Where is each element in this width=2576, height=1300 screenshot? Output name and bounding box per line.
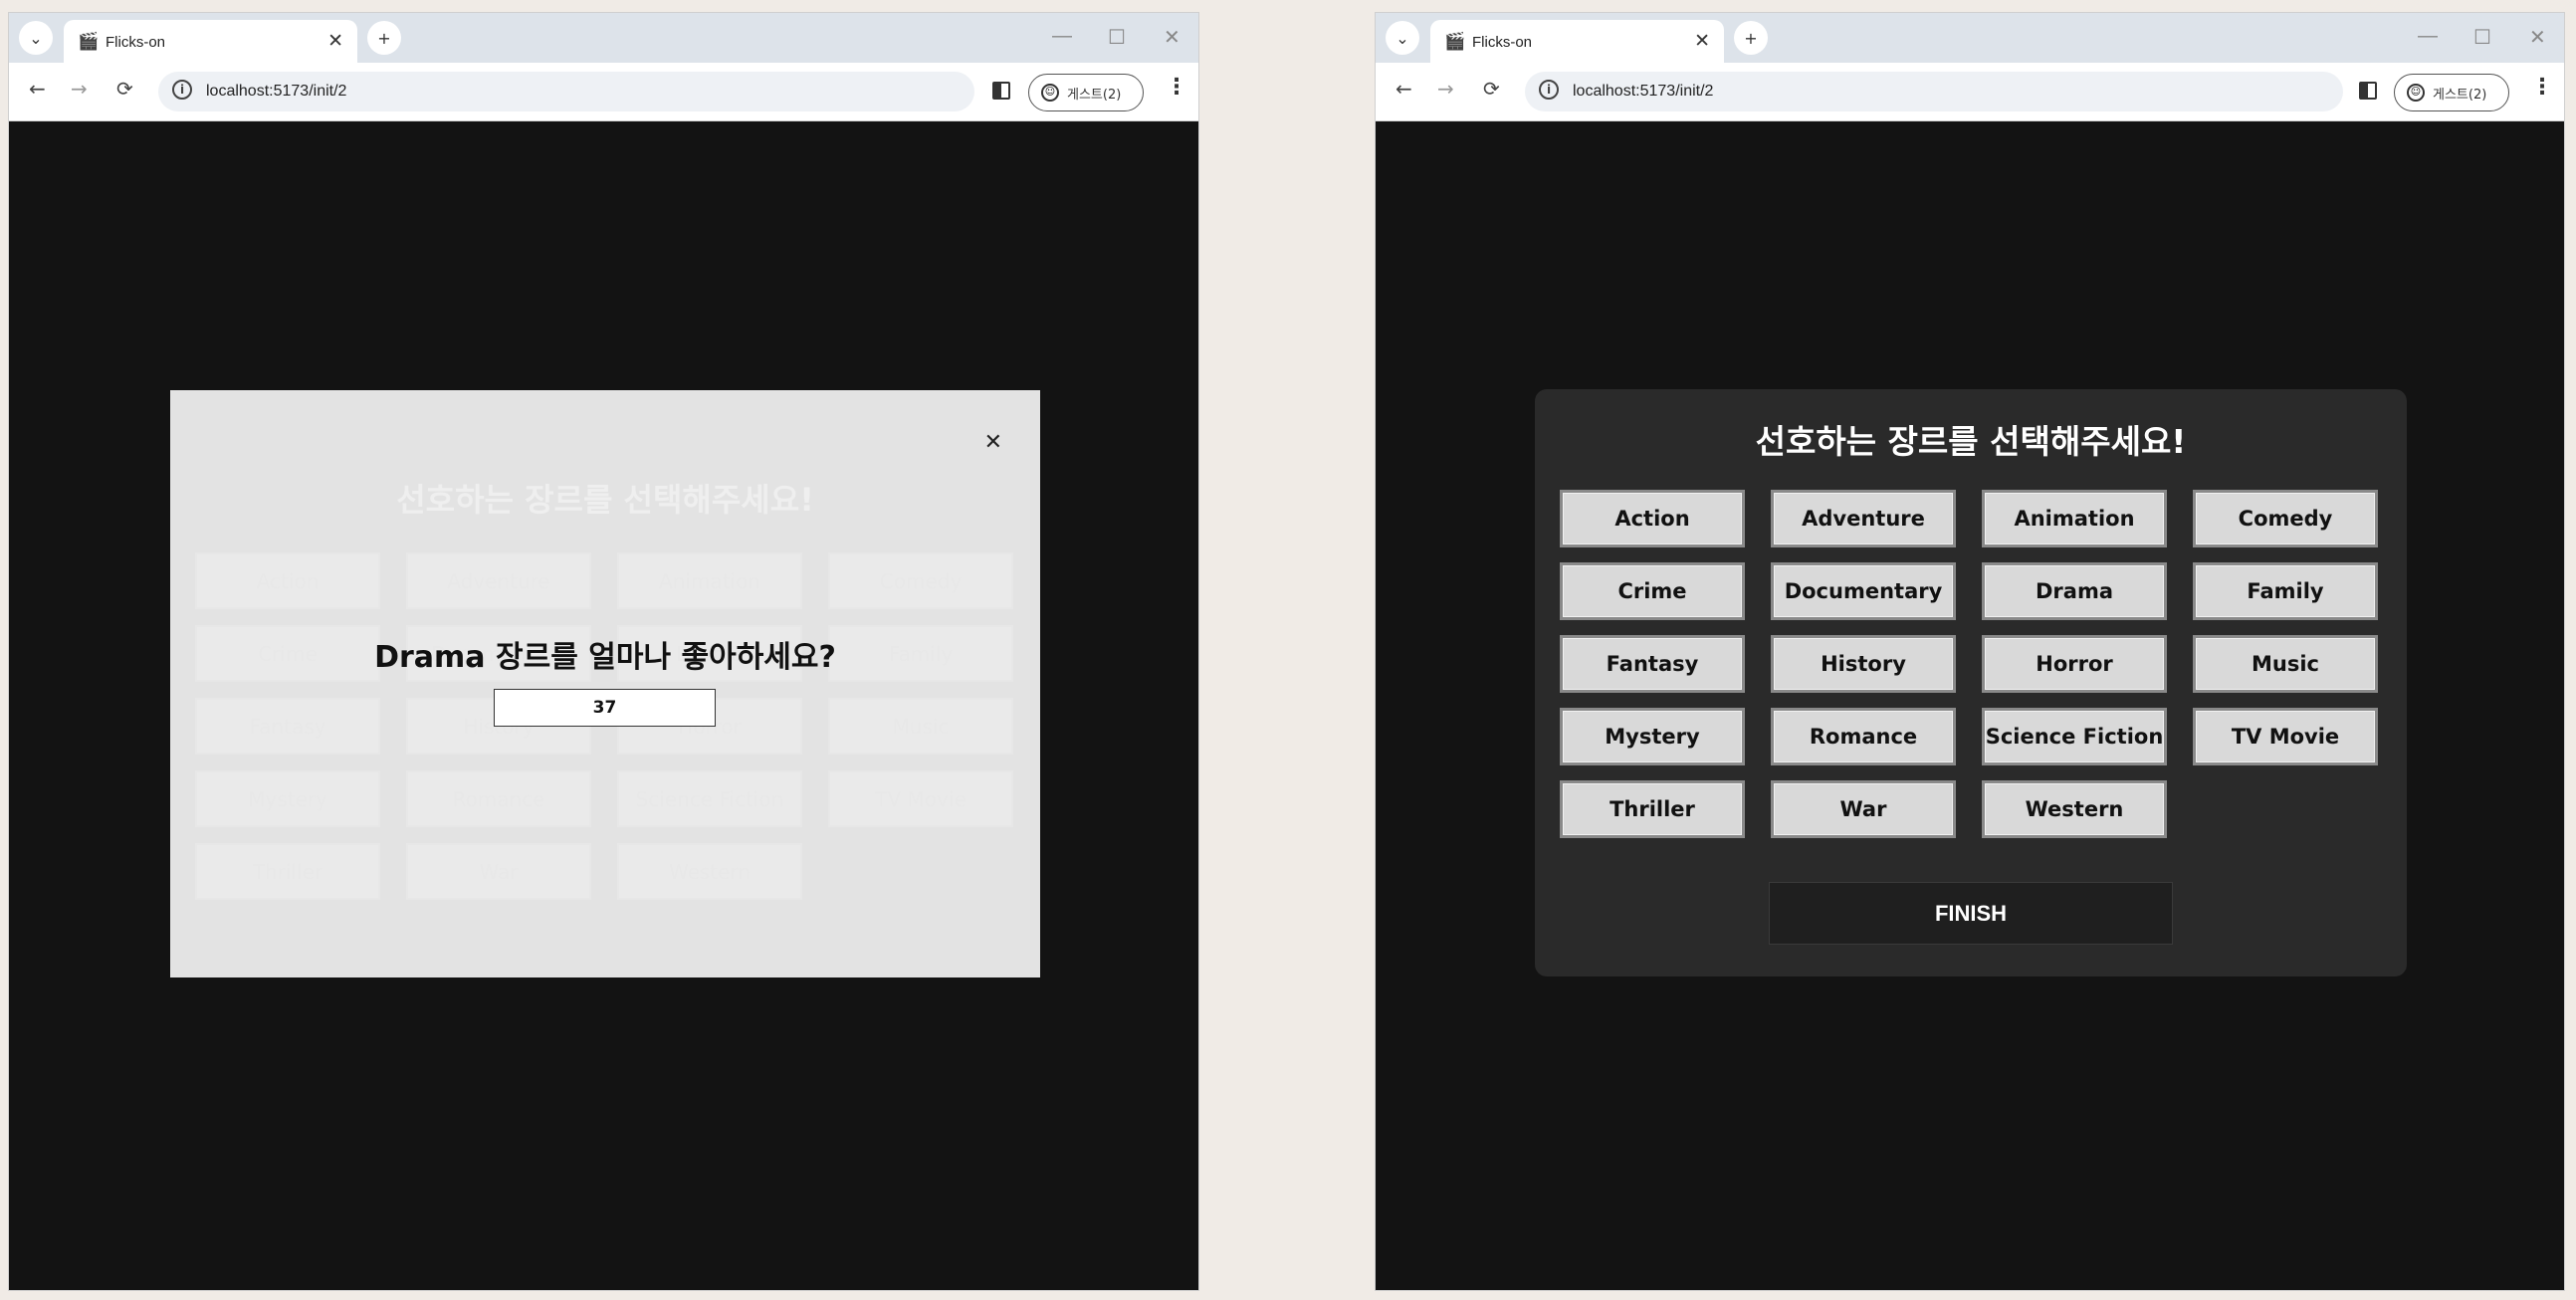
- genre-button-horror[interactable]: Horror: [1982, 635, 2167, 693]
- faded-genre-button-tv-movie: TV Movie: [828, 770, 1013, 827]
- chevron-down-icon: ⌄: [29, 28, 43, 48]
- faded-genre-button-action: Action: [195, 552, 380, 609]
- genre-button-crime[interactable]: Crime: [1560, 562, 1745, 620]
- info-icon[interactable]: i: [1539, 80, 1559, 100]
- page-title: 선호하는 장르를 선택해주세요!: [1755, 422, 2187, 461]
- tab-close-icon[interactable]: ✕: [327, 30, 343, 52]
- score-input[interactable]: 37: [494, 689, 716, 727]
- address-bar: ← → ⟳ i localhost:5173/init/2 ☺ 게스트(2) ⋮: [9, 63, 1198, 121]
- back-button[interactable]: ←: [29, 77, 46, 101]
- faded-genre-button-western: Western: [617, 843, 802, 900]
- forward-button[interactable]: →: [1437, 77, 1454, 101]
- genre-button-history[interactable]: History: [1771, 635, 1956, 693]
- faded-genre-button-fantasy: Fantasy: [195, 698, 380, 755]
- profile-button[interactable]: ☺ 게스트(2): [2394, 74, 2509, 111]
- forward-button[interactable]: →: [71, 77, 88, 101]
- maximize-button[interactable]: ☐: [2473, 25, 2491, 50]
- profile-label: 게스트(2): [2433, 87, 2487, 103]
- page-viewport: 선호하는 장르를 선택해주세요! Action Adventure Animatio…: [1376, 121, 2564, 1290]
- browser-window-right: ⌄ 🎬 Flicks-on ✕ + — ☐ ✕ ← → ⟳ i localhos…: [1375, 12, 2565, 1291]
- browser-window-left: ⌄ 🎬 Flicks-on ✕ + — ☐ ✕ ← → ⟳ i localhos…: [8, 12, 1199, 1291]
- chevron-down-icon: ⌄: [1395, 28, 1409, 48]
- faded-genre-button-war: War: [406, 843, 591, 900]
- genre-button-fantasy[interactable]: Fantasy: [1560, 635, 1745, 693]
- menu-icon[interactable]: ⋮: [1166, 75, 1187, 100]
- reload-button[interactable]: ⟳: [116, 77, 133, 101]
- tab-bar: ⌄ 🎬 Flicks-on ✕ + — ☐ ✕: [9, 13, 1198, 63]
- genre-button-western[interactable]: Western: [1982, 780, 2167, 838]
- back-button[interactable]: ←: [1395, 77, 1412, 101]
- profile-label: 게스트(2): [1067, 87, 1122, 103]
- genre-button-music[interactable]: Music: [2193, 635, 2378, 693]
- genre-button-family[interactable]: Family: [2193, 562, 2378, 620]
- tab-title: Flicks-on: [106, 34, 166, 51]
- tab-bar: ⌄ 🎬 Flicks-on ✕ + — ☐ ✕: [1376, 13, 2564, 63]
- page-viewport: ✕ 선호하는 장르를 선택해주세요! Action Adventure Animat…: [9, 121, 1198, 1290]
- plus-icon: +: [377, 28, 391, 48]
- window-close-button[interactable]: ✕: [1164, 25, 1181, 50]
- tab-title: Flicks-on: [1472, 34, 1533, 51]
- genre-grid: Action Adventure Animation Comedy Crime Docum…: [1560, 490, 2378, 838]
- genre-button-thriller[interactable]: Thriller: [1560, 780, 1745, 838]
- reload-button[interactable]: ⟳: [1483, 77, 1500, 101]
- faded-genre-button-animation: Animation: [617, 552, 802, 609]
- genre-button-war[interactable]: War: [1771, 780, 1956, 838]
- rating-question: Drama 장르를 얼마나 좋아하세요?: [374, 640, 836, 675]
- favicon-icon: 🎬: [1444, 32, 1466, 52]
- tab-list-button[interactable]: ⌄: [1386, 21, 1419, 55]
- genre-button-science-fiction[interactable]: Science Fiction: [1982, 708, 2167, 765]
- genre-button-animation[interactable]: Animation: [1982, 490, 2167, 547]
- url-field[interactable]: i localhost:5173/init/2: [158, 72, 974, 111]
- genre-button-tv-movie[interactable]: TV Movie: [2193, 708, 2378, 765]
- avatar-icon: ☺: [1041, 84, 1059, 102]
- browser-tab[interactable]: 🎬 Flicks-on ✕: [64, 20, 357, 63]
- avatar-icon: ☺: [2407, 84, 2425, 102]
- address-bar: ← → ⟳ i localhost:5173/init/2 ☺ 게스트(2) ⋮: [1376, 63, 2564, 121]
- url-text: localhost:5173/init/2: [206, 83, 347, 100]
- side-panel-icon[interactable]: [992, 82, 1010, 100]
- genre-button-action[interactable]: Action: [1560, 490, 1745, 547]
- browser-tab[interactable]: 🎬 Flicks-on ✕: [1430, 20, 1724, 63]
- side-panel-icon[interactable]: [2359, 82, 2377, 100]
- faded-genre-button-adventure: Adventure: [406, 552, 591, 609]
- faded-genre-button-thriller: Thriller: [195, 843, 380, 900]
- info-icon[interactable]: i: [172, 80, 192, 100]
- faded-page-title: 선호하는 장르를 선택해주세요!: [396, 481, 814, 519]
- minimize-button[interactable]: —: [2418, 25, 2438, 48]
- genre-button-comedy[interactable]: Comedy: [2193, 490, 2378, 547]
- genre-button-adventure[interactable]: Adventure: [1771, 490, 1956, 547]
- minimize-button[interactable]: —: [1052, 25, 1072, 48]
- plus-icon: +: [1744, 28, 1758, 48]
- faded-genre-button-mystery: Mystery: [195, 770, 380, 827]
- new-tab-button[interactable]: +: [1734, 21, 1768, 55]
- profile-button[interactable]: ☺ 게스트(2): [1028, 74, 1144, 111]
- finish-button[interactable]: FINISH: [1769, 882, 2173, 945]
- url-text: localhost:5173/init/2: [1573, 83, 1714, 100]
- faded-genre-button-science-fiction: Science Fiction: [617, 770, 802, 827]
- rating-modal: ✕ 선호하는 장르를 선택해주세요! Action Adventure Animat…: [170, 390, 1040, 977]
- genre-button-romance[interactable]: Romance: [1771, 708, 1956, 765]
- faded-genre-button-music: Music: [828, 698, 1013, 755]
- genre-button-documentary[interactable]: Documentary: [1771, 562, 1956, 620]
- url-field[interactable]: i localhost:5173/init/2: [1525, 72, 2343, 111]
- new-tab-button[interactable]: +: [367, 21, 401, 55]
- genre-selection-panel: 선호하는 장르를 선택해주세요! Action Adventure Animatio…: [1535, 389, 2407, 976]
- tab-list-button[interactable]: ⌄: [19, 21, 53, 55]
- menu-icon[interactable]: ⋮: [2531, 75, 2553, 100]
- window-close-button[interactable]: ✕: [2529, 25, 2546, 50]
- tab-close-icon[interactable]: ✕: [1694, 30, 1710, 52]
- modal-close-icon[interactable]: ✕: [984, 430, 1002, 455]
- maximize-button[interactable]: ☐: [1108, 25, 1126, 50]
- genre-button-mystery[interactable]: Mystery: [1560, 708, 1745, 765]
- favicon-icon: 🎬: [78, 32, 100, 52]
- genre-button-drama[interactable]: Drama: [1982, 562, 2167, 620]
- faded-genre-button-romance: Romance: [406, 770, 591, 827]
- faded-genre-button-comedy: Comedy: [828, 552, 1013, 609]
